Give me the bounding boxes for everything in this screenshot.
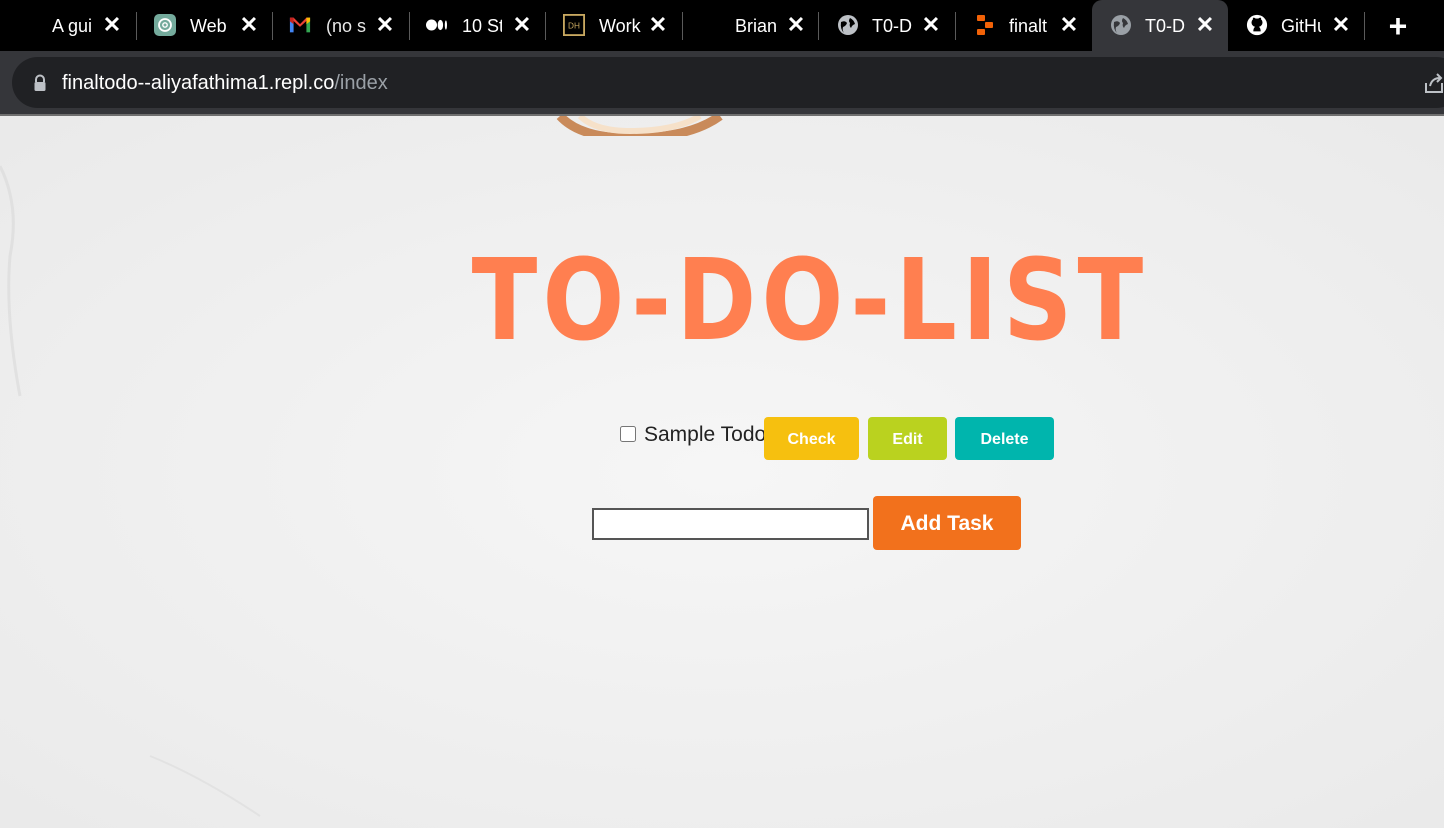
- browser-tab[interactable]: finalt ✕: [956, 0, 1091, 51]
- svg-text:DH: DH: [568, 22, 580, 31]
- close-icon[interactable]: ✕: [100, 13, 124, 37]
- lock-icon[interactable]: [30, 73, 50, 93]
- medium-icon: [426, 14, 448, 36]
- tab-title: GitHu: [1281, 16, 1321, 36]
- browser-tab[interactable]: Brian ✕: [683, 0, 819, 51]
- github-icon: [1246, 14, 1268, 36]
- dh-icon: DH: [563, 14, 585, 36]
- omnibox[interactable]: finaltodo--aliyafathima1.repl.co/index: [12, 57, 1444, 108]
- browser-tab[interactable]: DH Work ✕: [546, 0, 683, 51]
- tab-separator: [1364, 12, 1365, 40]
- browser-tab[interactable]: 10 St ✕: [410, 0, 546, 51]
- new-tab-button[interactable]: +: [1380, 10, 1416, 42]
- share-icon[interactable]: [1422, 71, 1444, 95]
- close-icon[interactable]: ✕: [1057, 13, 1081, 37]
- browser-tab[interactable]: A gui ✕: [0, 0, 137, 51]
- close-icon[interactable]: ✕: [1329, 13, 1353, 37]
- browser-tab[interactable]: Web ✕: [137, 0, 273, 51]
- tab-title: finalt: [1009, 16, 1048, 36]
- new-task-input[interactable]: [592, 508, 869, 540]
- add-task-button[interactable]: Add Task: [873, 496, 1021, 550]
- tab-title: T0-D: [1145, 16, 1185, 36]
- close-icon[interactable]: ✕: [919, 13, 943, 37]
- url-path: /index: [334, 72, 388, 94]
- browser-tab-active[interactable]: T0-D ✕: [1092, 0, 1228, 51]
- delete-button[interactable]: Delete: [955, 417, 1054, 460]
- tab-title: T0-D: [872, 16, 912, 36]
- close-icon[interactable]: ✕: [373, 13, 397, 37]
- browser-tab[interactable]: GitHu ✕: [1228, 0, 1365, 51]
- globe-icon: [1110, 14, 1132, 36]
- tab-title: Brian: [735, 16, 778, 36]
- browser-tab[interactable]: T0-D ✕: [819, 0, 956, 51]
- check-button[interactable]: Check: [764, 417, 859, 460]
- browser-tab[interactable]: (no s ✕: [273, 0, 410, 51]
- gmail-icon: [289, 14, 311, 36]
- address-bar: finaltodo--aliyafathima1.repl.co/index: [0, 51, 1444, 114]
- tab-bar: A gui ✕ Web ✕ (no s ✕ 10 St ✕ DH Work ✕ …: [0, 0, 1444, 51]
- tab-title: 10 St: [462, 16, 502, 36]
- todo-text: Sample Todo: [644, 423, 767, 446]
- replit-icon: [974, 14, 996, 36]
- paper-background: [0, 116, 1444, 828]
- page-viewport: TO-DO-LIST Sample Todo Check Edit Delete…: [0, 116, 1444, 828]
- tab-title: A gui: [52, 16, 93, 36]
- close-icon[interactable]: ✕: [784, 13, 808, 37]
- openai-icon: [154, 14, 176, 36]
- tab-title: Work: [599, 16, 641, 36]
- close-icon[interactable]: ✕: [646, 13, 670, 37]
- todo-checkbox[interactable]: [620, 426, 636, 442]
- url-host: finaltodo--aliyafathima1.repl.co: [62, 72, 335, 94]
- close-icon[interactable]: ✕: [510, 13, 534, 37]
- page-title: TO-DO-LIST: [471, 236, 1149, 366]
- tab-title: Web: [190, 16, 227, 36]
- close-icon[interactable]: ✕: [1193, 13, 1217, 37]
- paper-clip-image: [556, 116, 723, 136]
- globe-icon: [837, 14, 859, 36]
- url-text[interactable]: finaltodo--aliyafathima1.repl.co/index: [62, 69, 388, 97]
- edit-button[interactable]: Edit: [868, 417, 947, 460]
- tab-title: (no s: [326, 16, 367, 36]
- close-icon[interactable]: ✕: [237, 13, 261, 37]
